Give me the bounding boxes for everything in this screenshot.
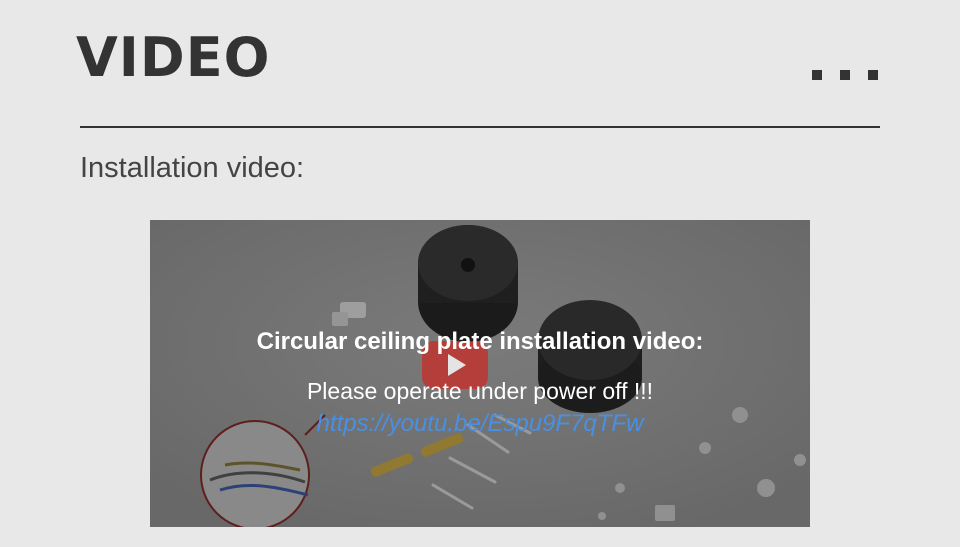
more-dots-icon[interactable] [812, 70, 878, 80]
dot [868, 70, 878, 80]
dot [812, 70, 822, 80]
video-note: Please operate under power off !!! [306, 378, 654, 404]
video-player[interactable]: Circular ceiling plate installation vide… [150, 220, 810, 527]
dot [840, 70, 850, 80]
video-link[interactable]: https://youtu.be/Espu9F7qTFw [150, 410, 810, 438]
page-title: VIDEO [76, 26, 271, 89]
video-title: Circular ceiling plate installation vide… [256, 328, 704, 355]
header-divider [80, 126, 880, 128]
section-heading: Installation video: [80, 152, 305, 184]
